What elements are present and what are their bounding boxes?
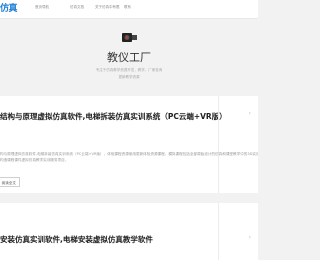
nav-item-contact[interactable]: 联系 — [124, 5, 131, 10]
post-card: 结构与原理虚拟仿真软件,电梯拆装仿真实训系统（PC云端+VR版） › 构与原理虚… — [0, 96, 258, 193]
site-title: 教仪工厂 — [107, 51, 151, 64]
site-brand-logo[interactable]: 仿真 — [0, 1, 18, 14]
chevron-right-icon[interactable]: › — [249, 110, 251, 117]
site-description: 专注于仿真教学资源开发，教学、厂家查询 — [95, 68, 163, 72]
site-hero: 教仪工厂 专注于仿真教学资源开发，教学、厂家查询 更新教学资源 — [0, 18, 258, 88]
post-card: 安装仿真实训软件,电梯安装虚拟仿真教学软件 › — [0, 203, 258, 260]
chevron-right-icon[interactable]: › — [249, 234, 251, 241]
post-side-panel: › — [218, 203, 259, 260]
post-side-panel: › — [218, 96, 259, 193]
site-logo-icon[interactable] — [119, 29, 139, 44]
read-more-button[interactable]: 阅读全文 — [0, 177, 20, 187]
site-description-secondary: 更新教学资源 — [118, 75, 140, 79]
post-excerpt-secondary: 构造课程课件虚拟仿真教学实训服务项目， — [0, 158, 69, 162]
nav-item-home[interactable]: 首页导航 — [35, 5, 49, 10]
nav-item-about[interactable]: 关于仿真中有限 — [95, 5, 120, 10]
nav-item-docs[interactable]: 仿真文档 — [70, 5, 84, 10]
post-title[interactable]: 安装仿真实训软件,电梯安装虚拟仿真教学软件 — [0, 234, 153, 245]
top-navigation-bar: 仿真 首页导航 仿真文档 关于仿真中有限 联系 — [0, 0, 258, 19]
post-title[interactable]: 结构与原理虚拟仿真软件,电梯拆装仿真实训系统（PC云端+VR版） — [0, 111, 227, 122]
